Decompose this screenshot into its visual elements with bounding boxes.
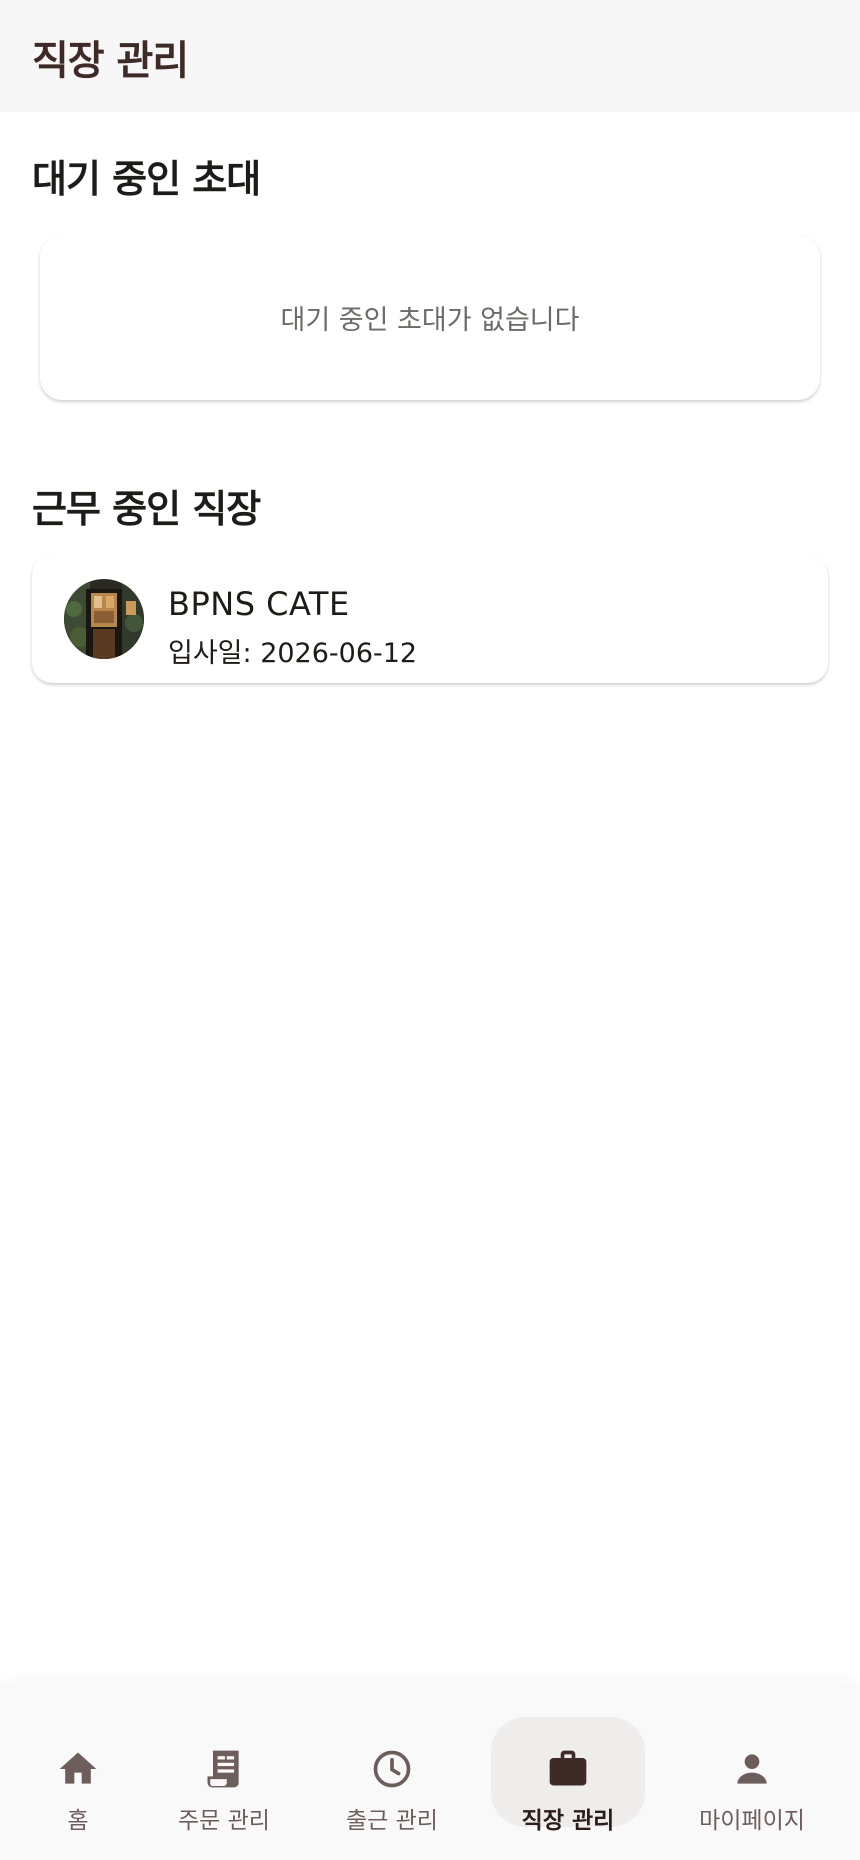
workplace-card[interactable]: BPNS CATE 입사일: 2026-06-12 bbox=[32, 555, 828, 683]
home-icon bbox=[59, 1752, 97, 1784]
briefcase-icon bbox=[549, 1750, 587, 1786]
nav-label-orders: 주문 관리 bbox=[178, 1808, 270, 1834]
app-bar: 직장 관리 bbox=[0, 0, 860, 112]
nav-label-mypage: 마이페이지 bbox=[699, 1808, 805, 1834]
pending-invites-card: 대기 중인 초대가 없습니다 bbox=[40, 235, 820, 400]
nav-label-workplace: 직장 관리 bbox=[521, 1808, 615, 1834]
workplace-name: BPNS CATE bbox=[168, 585, 350, 623]
nav-item-attendance[interactable]: 출근 관리 bbox=[306, 1685, 478, 1860]
page-title: 직장 관리 bbox=[32, 38, 189, 84]
workplace-avatar bbox=[64, 579, 144, 659]
nav-item-home[interactable]: 홈 bbox=[0, 1685, 156, 1860]
pending-invites-title: 대기 중인 초대 bbox=[32, 157, 261, 201]
nav-label-home: 홈 bbox=[67, 1808, 89, 1834]
active-workplaces-title: 근무 중인 직장 bbox=[32, 487, 261, 531]
bottom-navigation: 홈 주문 관리 출근 관리 직장 관리 마이페이지 bbox=[0, 1685, 860, 1860]
workplace-join-date: 입사일: 2026-06-12 bbox=[168, 638, 418, 669]
nav-item-mypage[interactable]: 마이페이지 bbox=[666, 1685, 838, 1860]
receipt-icon bbox=[207, 1750, 239, 1788]
nav-label-attendance: 출근 관리 bbox=[346, 1808, 438, 1834]
person-icon bbox=[737, 1754, 767, 1784]
empty-invites-message: 대기 중인 초대가 없습니다 bbox=[280, 305, 580, 336]
clock-icon bbox=[373, 1750, 411, 1788]
nav-item-orders[interactable]: 주문 관리 bbox=[138, 1685, 310, 1860]
nav-item-workplace[interactable]: 직장 관리 bbox=[482, 1685, 654, 1860]
